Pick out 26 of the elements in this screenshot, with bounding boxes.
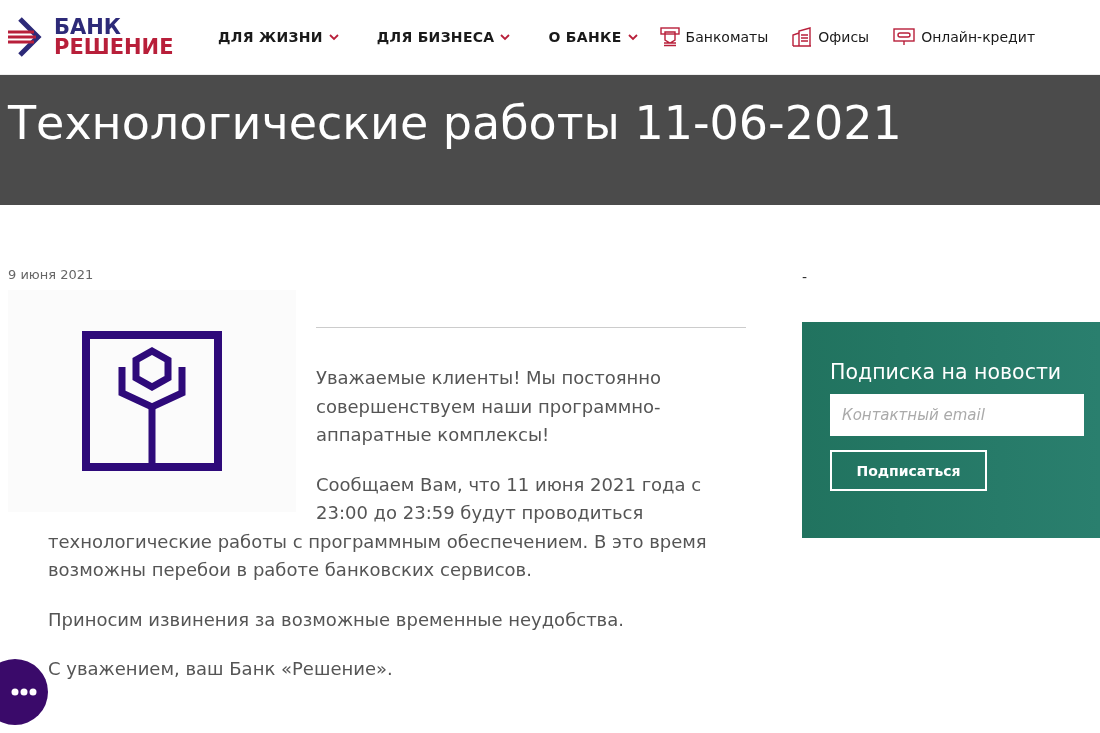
dash-text: - bbox=[802, 268, 809, 287]
nav-link[interactable]: Банкоматы bbox=[685, 29, 769, 45]
chat-button[interactable] bbox=[0, 659, 48, 725]
nav-menu-label[interactable]: О БАНКЕ bbox=[548, 29, 622, 45]
subscribe-button[interactable]: Подписаться bbox=[830, 450, 987, 491]
article-paragraph: Приносим извинения за возможные временные неудобства. bbox=[48, 607, 625, 632]
email-input-field[interactable]: Контактный email bbox=[830, 394, 1084, 436]
nav-link[interactable]: Офисы bbox=[818, 29, 870, 45]
article-paragraph: Уважаемые клиенты! Мы постоянно совершенствуем наши программно-аппаратные комплексы! bbox=[316, 366, 663, 447]
monitor-icon bbox=[893, 27, 916, 47]
logo-text: БАНК bbox=[54, 17, 121, 37]
logo-text: РЕШЕНИЕ bbox=[54, 37, 174, 57]
page-title: Технологические работы 11-06-2021 bbox=[8, 96, 902, 150]
chevron-down-icon bbox=[500, 33, 511, 41]
building-icon bbox=[792, 27, 813, 47]
article-paragraph: Сообщаем Вам, что 11 июня 2021 года с 23:00 до 23:59 будут проводиться технологические работы с программным обеспечением. В это время возможны перебои в работе банковских сервисов. bbox=[48, 472, 708, 582]
subscribe-title: Подписка на новости bbox=[830, 360, 1063, 384]
article-paragraph: С уважением, ваш Банк «Решение». bbox=[48, 657, 394, 681]
nav-link[interactable]: Онлайн-кредит bbox=[921, 29, 1036, 45]
atm-icon bbox=[659, 27, 680, 47]
nav-menu-label[interactable]: ДЛЯ БИЗНЕСА bbox=[376, 29, 495, 45]
chat-dots-icon bbox=[11, 688, 37, 696]
nav-menu-label[interactable]: ДЛЯ ЖИЗНИ bbox=[218, 29, 323, 45]
post-date: 9 июня 2021 bbox=[8, 267, 95, 284]
chevron-down-icon bbox=[328, 33, 339, 41]
chevron-down-icon bbox=[627, 33, 638, 41]
